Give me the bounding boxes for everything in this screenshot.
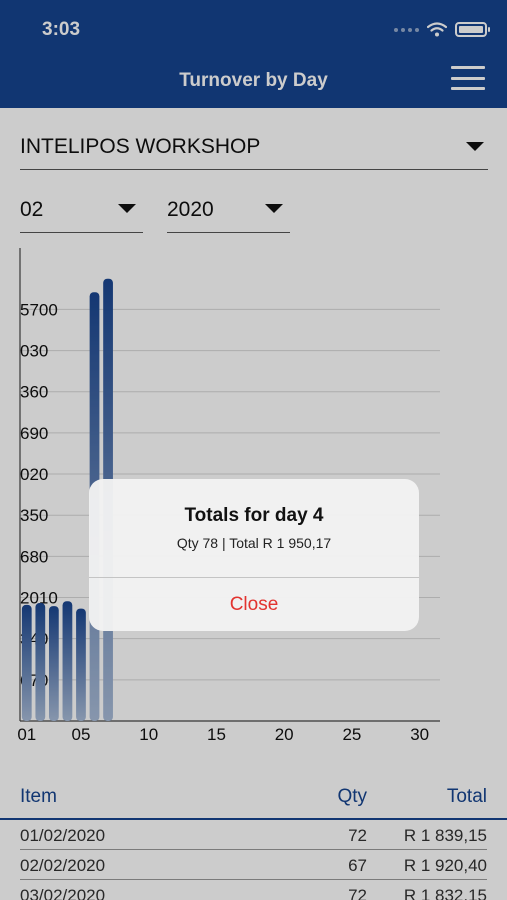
alert-title: Totals for day 4: [184, 505, 324, 526]
modal-backdrop[interactable]: [0, 0, 507, 900]
alert-message: Qty 78 | Total R 1 950,17: [176, 535, 332, 551]
close-button[interactable]: Close: [89, 578, 419, 631]
totals-alert-dialog: Totals for day 4 Qty 78 | Total R 1 950,…: [89, 479, 419, 631]
screen: 3:03 Turnover by Day INTELIPOS WORKSHOP …: [0, 0, 507, 900]
